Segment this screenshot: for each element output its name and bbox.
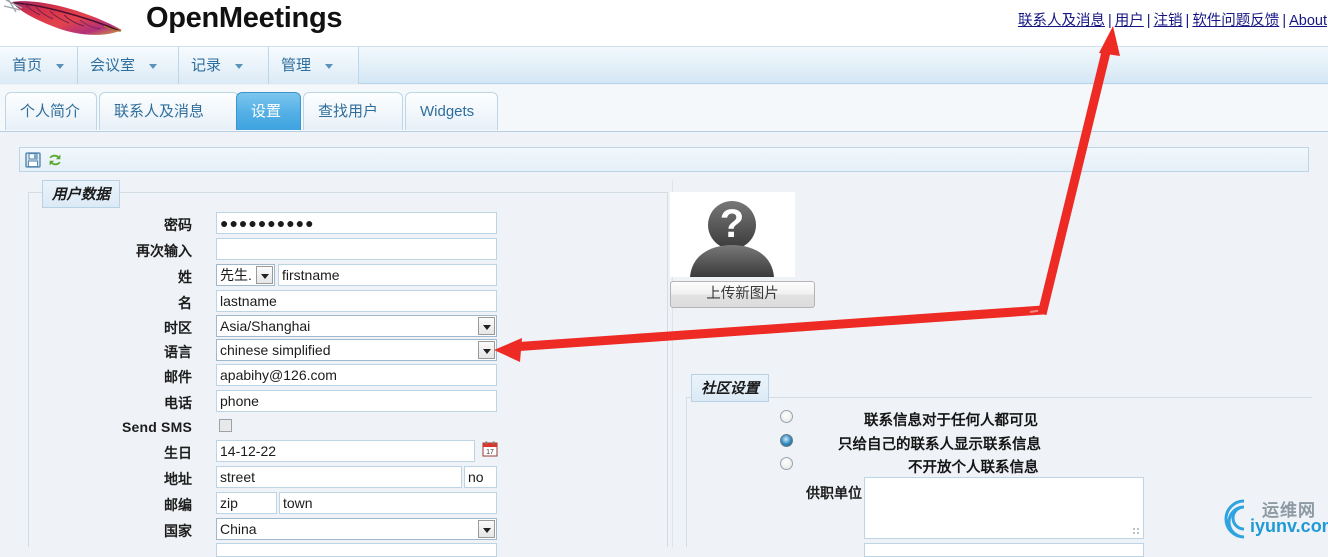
about-link[interactable]: About (1288, 13, 1328, 29)
menu-item-rooms-label: 会议室 (90, 57, 136, 74)
menu-item-admin[interactable]: 管理 (269, 47, 359, 84)
user-data-legend: 用户数据 (42, 180, 120, 208)
password-retype-field[interactable] (216, 238, 497, 260)
tab-contacts-label: 联系人及消息 (114, 103, 205, 120)
language-value: chinese simplified (220, 342, 331, 358)
chevron-down-icon (235, 63, 244, 69)
save-disk-icon[interactable] (24, 151, 42, 169)
birthday-field[interactable]: 14-12-22 (216, 440, 475, 462)
email-label: 邮件 (164, 369, 192, 385)
language-select[interactable]: chinese simplified (216, 339, 497, 361)
link-separator-1: | (1107, 13, 1112, 29)
tab-settings[interactable]: 设置 (236, 92, 301, 130)
calendar-picker-icon[interactable]: 17 (482, 441, 498, 457)
tab-search-user-label: 查找用户 (318, 103, 379, 120)
menu-item-records[interactable]: 记录 (179, 47, 269, 84)
timezone-value: Asia/Shanghai (220, 318, 311, 334)
radio-contacts-visible-everyone[interactable] (780, 410, 793, 423)
next-textarea-partial[interactable] (864, 543, 1144, 557)
town-field[interactable]: town (279, 492, 497, 514)
top-navigation-links: 联系人及消息 | 用户 | 注销 | 软件问题反馈 | About (1017, 9, 1328, 30)
chevron-down-icon (56, 63, 65, 69)
birthday-label: 生日 (164, 445, 192, 461)
radio-label-contacts-hidden: 不开放个人联系信息 (908, 460, 1039, 476)
menu-item-records-label: 记录 (191, 57, 222, 74)
resize-grip-icon[interactable] (1132, 527, 1141, 536)
country-label: 国家 (164, 523, 192, 539)
next-field-partial[interactable] (216, 543, 497, 557)
password-field[interactable]: ●●●●●●●●●● (216, 212, 497, 234)
firstname-label: 姓 (178, 269, 192, 285)
chevron-down-icon[interactable] (478, 317, 495, 335)
zip-label: 邮编 (164, 497, 192, 513)
menu-item-home[interactable]: 首页 (0, 47, 78, 84)
lastname-label: 名 (178, 295, 192, 311)
address-label: 地址 (164, 471, 192, 487)
tab-widgets-label: Widgets (420, 103, 475, 120)
chevron-down-icon (149, 63, 158, 69)
timezone-select[interactable]: Asia/Shanghai (216, 315, 497, 337)
watermark-text-en: iyunv.com (1250, 516, 1328, 536)
phone-field[interactable]: phone (216, 390, 497, 412)
user-link[interactable]: 用户 (1114, 13, 1145, 29)
menu-item-rooms[interactable]: 会议室 (78, 47, 179, 84)
country-select[interactable]: China (216, 518, 497, 540)
organisation-label: 供职单位 (806, 485, 862, 501)
tab-widgets[interactable]: Widgets (405, 92, 498, 130)
radio-label-contacts-visible-everyone: 联系信息对于任何人都可见 (864, 413, 1038, 429)
chevron-down-icon[interactable] (478, 341, 495, 359)
link-separator-4: | (1282, 13, 1287, 29)
salutation-select[interactable]: 先生. (216, 264, 275, 286)
tab-search-user[interactable]: 查找用户 (303, 92, 403, 130)
timezone-label: 时区 (164, 320, 192, 336)
community-settings-legend: 社区设置 (691, 374, 769, 402)
sub-tab-strip: 个人简介 联系人及消息 设置 查找用户 Widgets (0, 85, 1328, 132)
phone-label: 电话 (164, 395, 192, 411)
radio-contacts-visible-contacts-only[interactable] (780, 434, 793, 447)
apache-feather-logo (3, 0, 134, 44)
svg-text:17: 17 (486, 449, 494, 456)
radio-label-contacts-visible-contacts-only: 只给自己的联系人显示联系信息 (838, 437, 1041, 453)
logout-link[interactable]: 注销 (1153, 13, 1184, 29)
salutation-value: 先生. (220, 267, 252, 283)
tab-profile[interactable]: 个人简介 (5, 92, 97, 130)
send-sms-checkbox[interactable] (219, 419, 232, 432)
street-number-field[interactable]: no (464, 466, 497, 488)
refresh-icon[interactable] (46, 151, 64, 169)
chevron-down-icon[interactable] (478, 520, 495, 538)
upload-new-picture-button[interactable]: 上传新图片 (670, 281, 815, 308)
tab-profile-label: 个人简介 (20, 103, 81, 120)
lastname-field[interactable]: lastname (216, 290, 497, 312)
chevron-down-icon[interactable] (256, 266, 273, 284)
organisation-textarea[interactable] (864, 477, 1144, 539)
country-value: China (220, 521, 257, 537)
page-header: OpenMeetings 联系人及消息 | 用户 | 注销 | 软件问题反馈 | About (0, 0, 1328, 46)
menu-item-home-label: 首页 (12, 57, 43, 74)
svg-text:?: ? (720, 202, 744, 246)
menu-item-admin-label: 管理 (281, 57, 312, 74)
link-separator-2: | (1146, 13, 1151, 29)
firstname-field[interactable]: firstname (278, 264, 497, 286)
contacts-and-messages-link[interactable]: 联系人及消息 (1017, 13, 1106, 29)
main-menu-bar: 首页 会议室 记录 管理 (0, 46, 1328, 84)
street-field[interactable]: street (216, 466, 462, 488)
password-label: 密码 (164, 217, 192, 233)
avatar: ? (670, 192, 795, 277)
watermark: 运维网 iyunv.com (1210, 495, 1328, 541)
chevron-down-icon (325, 63, 334, 69)
form-toolbar (19, 147, 1309, 172)
send-sms-label: Send SMS (121, 419, 192, 435)
password-retype-label: 再次输入 (136, 243, 192, 259)
radio-contacts-hidden[interactable] (780, 457, 793, 470)
software-feedback-link[interactable]: 软件问题反馈 (1191, 13, 1280, 29)
zip-field[interactable]: zip (216, 492, 277, 514)
tab-contacts[interactable]: 联系人及消息 (99, 92, 239, 130)
app-title: OpenMeetings (146, 2, 343, 34)
email-field[interactable]: apabihy@126.com (216, 364, 497, 386)
tab-settings-label: 设置 (251, 103, 282, 120)
language-label: 语言 (164, 344, 192, 360)
